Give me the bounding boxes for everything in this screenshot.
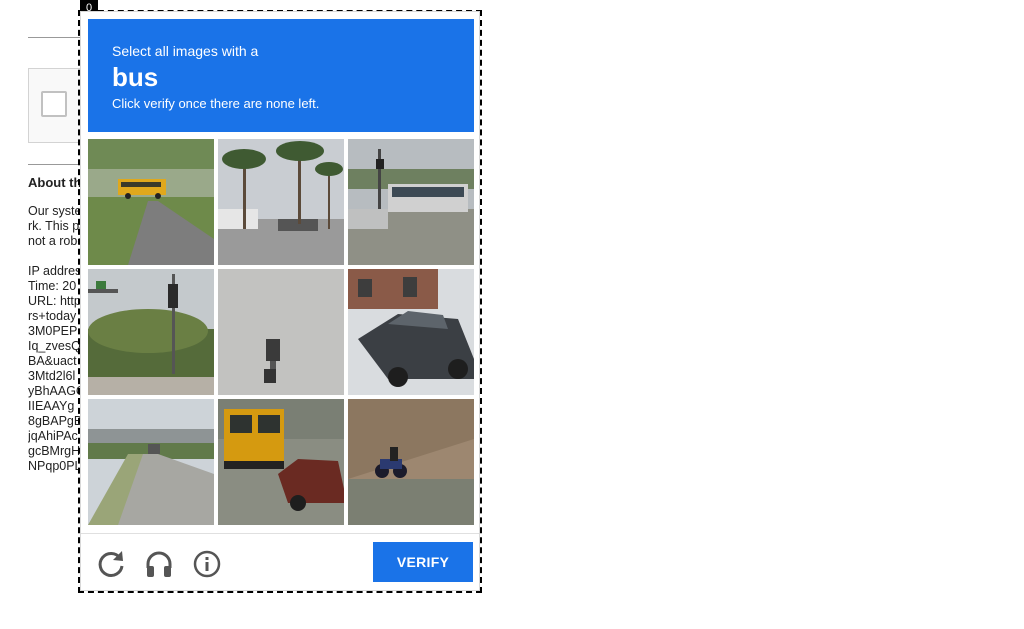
url-continuation: gcBMrgH <box>28 444 80 458</box>
image-tile[interactable] <box>218 139 344 265</box>
headphones-icon[interactable] <box>143 548 175 580</box>
tile-image <box>218 139 344 265</box>
url-continuation: Iq_zvesQ <box>28 339 80 353</box>
time-line: Time: 20 <box>28 279 77 293</box>
instruction-subtext: Click verify once there are none left. <box>112 96 320 111</box>
about-line: rk. This page checks to see if it's real… <box>28 219 80 233</box>
url-continuation: BA&uact <box>28 354 77 368</box>
image-tile[interactable] <box>348 139 474 265</box>
instruction-text: Select all images with a <box>112 43 259 59</box>
image-tile[interactable] <box>218 399 344 525</box>
image-tile[interactable] <box>348 269 474 395</box>
about-line: Our systems have detected unusual traffi… <box>28 204 80 218</box>
reload-icon[interactable] <box>95 548 127 580</box>
image-grid <box>88 139 474 525</box>
image-challenge-dialog: Select all images with a bus Click verif… <box>80 11 480 591</box>
about-line: not a robot. <box>28 234 80 248</box>
challenge-header: Select all images with a bus Click verif… <box>88 19 474 132</box>
tile-image <box>348 139 474 265</box>
image-tile[interactable] <box>88 399 214 525</box>
image-tile[interactable] <box>88 269 214 395</box>
url-continuation: IIEAAYg <box>28 399 75 413</box>
tile-image <box>218 399 344 525</box>
image-tile[interactable] <box>348 399 474 525</box>
url-line: URL: https:// <box>28 294 80 308</box>
url-continuation: 3Mtd2l6l <box>28 369 76 383</box>
url-continuation: 3M0PEP <box>28 324 78 338</box>
verify-button[interactable]: VERIFY <box>373 542 473 582</box>
image-tile[interactable] <box>218 269 344 395</box>
ip-address-line: IP address: <box>28 264 80 278</box>
url-continuation: 8gBAPgB <box>28 414 80 428</box>
tile-image <box>218 269 344 395</box>
tile-image <box>88 269 214 395</box>
info-icon[interactable] <box>191 548 223 580</box>
tile-image <box>88 139 214 265</box>
target-object-label: bus <box>112 62 159 92</box>
about-text: Our systems have detected unusual traffi… <box>28 204 80 474</box>
url-continuation: NPqp0PL <box>28 459 80 473</box>
tile-image <box>348 399 474 525</box>
image-tile[interactable] <box>88 139 214 265</box>
not-a-robot-checkbox[interactable] <box>41 91 67 117</box>
url-continuation: yBhAAGC <box>28 384 80 398</box>
tile-image <box>348 269 474 395</box>
url-continuation: jqAhiPAc <box>28 429 78 443</box>
about-heading: About this page <box>28 175 80 190</box>
url-continuation: rs+today <box>28 309 77 323</box>
tile-image <box>88 399 214 525</box>
footer-divider <box>81 533 479 534</box>
